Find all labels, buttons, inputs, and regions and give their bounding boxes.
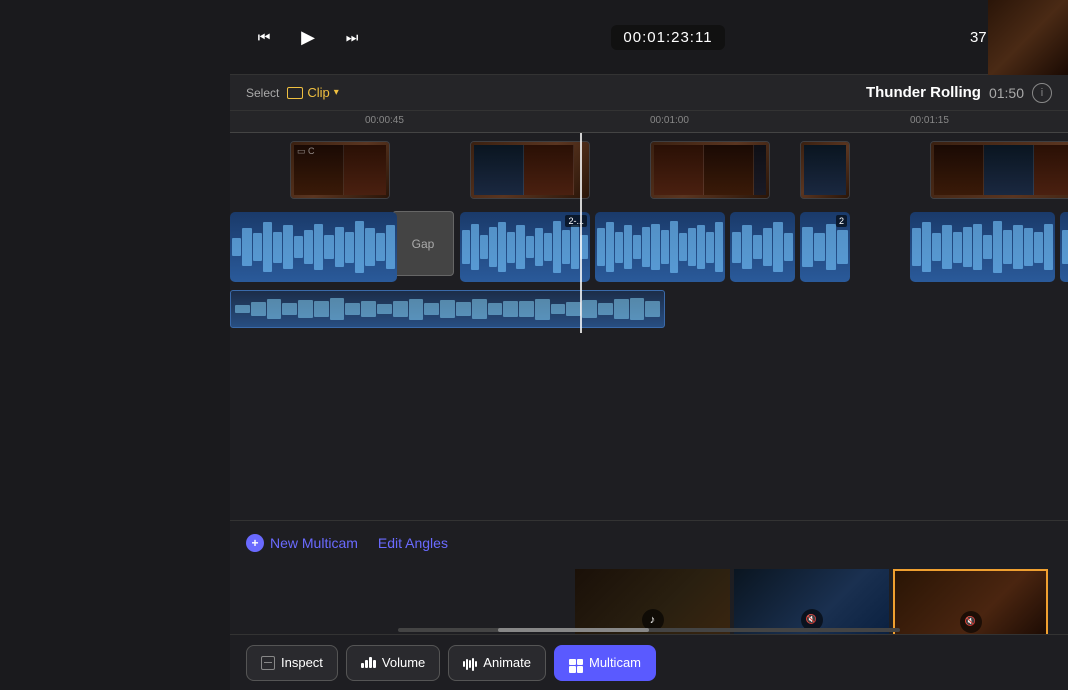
device-frame: ⏮ ▶ ⏭ 00:01:23:11 37 % ⤢: [0, 0, 1068, 690]
video-clip-5[interactable]: [930, 141, 1068, 199]
multicam-icon: [569, 652, 583, 673]
timeline-header: Select Clip ▾ Thunder Rolling 01:50 i: [230, 75, 1068, 111]
timecode-display: 00:01:23:11: [611, 25, 724, 50]
blue-selection-bar: [230, 290, 665, 328]
zoom-value: 37: [970, 29, 987, 46]
timeline-area: ▭ C: [230, 133, 1068, 333]
animate-icon: [463, 654, 477, 671]
ruler-mark-3: 00:01:15: [910, 115, 949, 126]
scrollbar-area: [230, 626, 1068, 634]
video-track-row: ▭ C: [230, 138, 1068, 203]
bottom-toolbar: Inspect Volume: [230, 634, 1068, 690]
preview-thumb: [988, 0, 1068, 75]
ruler-mark-1: 00:00:45: [365, 115, 404, 126]
waveform-7: [910, 212, 1055, 282]
video-clip-5-inner: [931, 142, 1068, 198]
timeline-ruler: 00:00:45 00:01:00 00:01:15: [230, 111, 1068, 133]
plus-circle-icon: +: [246, 534, 264, 552]
video-clip-2[interactable]: [470, 141, 590, 199]
audio-main-clip-7[interactable]: [910, 212, 1055, 282]
header-right: Thunder Rolling 01:50 i: [866, 83, 1052, 103]
transport-controls: ⏮ ▶ ⏭: [250, 23, 366, 51]
play-button[interactable]: ▶: [294, 23, 322, 51]
audio-main-clip-3[interactable]: 2-...: [460, 212, 590, 282]
clip-badge-6: 2: [836, 215, 847, 227]
scrollbar-thumb[interactable]: [498, 628, 649, 632]
edit-angles-button[interactable]: Edit Angles: [378, 535, 448, 551]
waveform-4: [595, 212, 725, 282]
video-clip-1[interactable]: ▭ C: [290, 141, 390, 199]
track-title: Thunder Rolling: [866, 84, 981, 101]
inspect-label: Inspect: [281, 655, 323, 670]
new-multicam-label: New Multicam: [270, 535, 358, 551]
skip-forward-icon: ⏭: [346, 29, 359, 46]
track-duration: 01:50: [989, 85, 1024, 101]
waveform-1: [230, 212, 397, 282]
inspect-icon: [261, 656, 275, 670]
multicam-button[interactable]: Multicam: [554, 645, 656, 681]
selection-waveform: [231, 291, 664, 327]
playhead: [580, 133, 582, 333]
audio-main-clip-8[interactable]: [1060, 212, 1068, 282]
animate-button[interactable]: Animate: [448, 645, 546, 681]
gap-label: Gap: [412, 237, 435, 251]
preview-bar: ⏮ ▶ ⏭ 00:01:23:11 37 % ⤢: [230, 0, 1068, 75]
audio-main-clip-1[interactable]: [230, 212, 397, 282]
clip-icon: [287, 87, 303, 99]
skip-forward-button[interactable]: ⏭: [338, 23, 366, 51]
audio-main-clip-6[interactable]: 2: [800, 212, 850, 282]
skip-back-button[interactable]: ⏮: [250, 23, 278, 51]
video-clip-1-inner: ▭ C: [291, 142, 389, 198]
plus-icon: +: [251, 536, 258, 550]
info-icon: i: [1041, 87, 1043, 99]
new-multicam-button[interactable]: + New Multicam: [246, 534, 358, 552]
select-label: Select: [246, 86, 279, 100]
clip-badge-3: 2-...: [565, 215, 587, 227]
clip-label: Clip: [307, 85, 329, 100]
animate-label: Animate: [483, 655, 531, 670]
video-clip-3-inner: [651, 142, 769, 198]
audio-main-clip-4[interactable]: [595, 212, 725, 282]
gap-clip[interactable]: Gap: [392, 211, 454, 276]
info-button[interactable]: i: [1032, 83, 1052, 103]
app-container: ⏮ ▶ ⏭ 00:01:23:11 37 % ⤢: [230, 0, 1068, 690]
video-clip-2-inner: [471, 142, 589, 198]
mute-icon-2: 🔇: [806, 614, 817, 625]
multicam-label: Multicam: [589, 655, 641, 670]
timecode-value: 00:01:23:11: [623, 29, 712, 46]
inspect-button[interactable]: Inspect: [246, 645, 338, 681]
audio-main-clip-5[interactable]: [730, 212, 795, 282]
chevron-down-icon: ▾: [334, 87, 339, 98]
play-icon: ▶: [301, 27, 315, 48]
music-icon-1: ♪: [650, 614, 656, 626]
top-right-preview: [988, 0, 1068, 75]
video-clip-3[interactable]: [650, 141, 770, 199]
volume-label: Volume: [382, 655, 425, 670]
left-panel: [0, 0, 230, 690]
camera-icon-1: ▭ C: [297, 146, 315, 157]
main-clip-container: Gap 2-...: [230, 208, 1068, 286]
clip-selector[interactable]: Clip ▾: [287, 85, 338, 100]
waveform-8: [1060, 212, 1068, 282]
video-clip-4-inner: [801, 142, 849, 198]
skip-back-icon: ⏮: [258, 29, 271, 46]
ruler-mark-2: 00:01:00: [650, 115, 689, 126]
multicam-toolbar: + New Multicam Edit Angles: [230, 521, 1068, 565]
scrollbar-track: [398, 628, 901, 632]
volume-icon: [361, 655, 376, 671]
video-clip-4[interactable]: [800, 141, 850, 199]
waveform-5: [730, 212, 795, 282]
volume-button[interactable]: Volume: [346, 645, 440, 681]
